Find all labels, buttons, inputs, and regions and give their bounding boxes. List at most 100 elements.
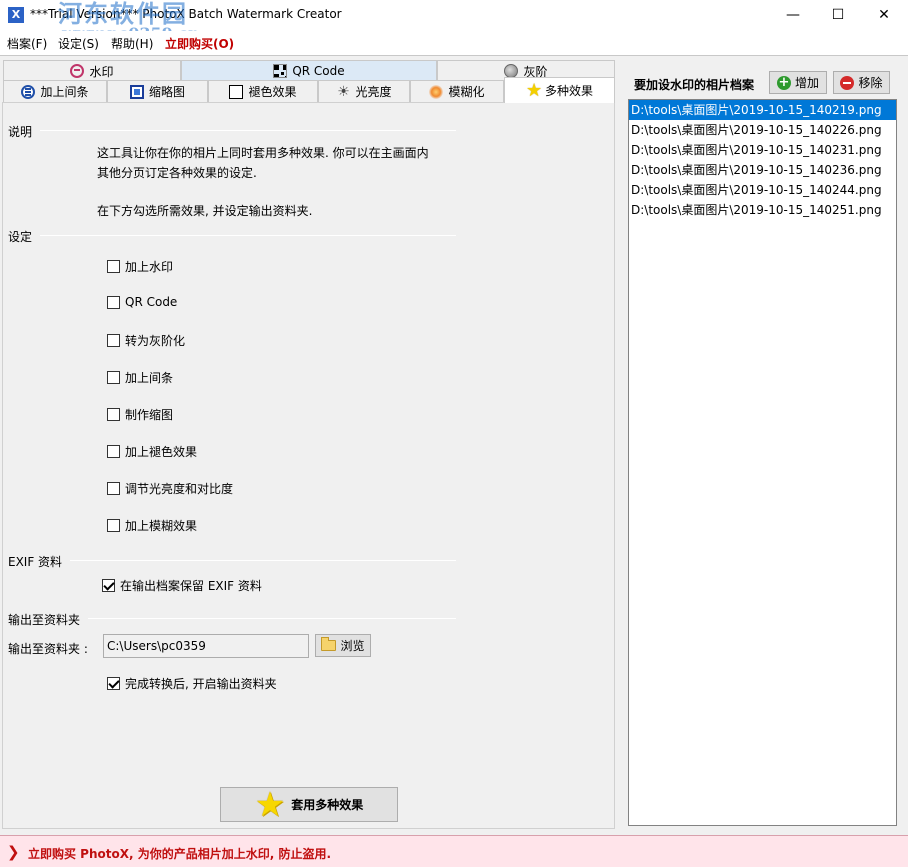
tab-label: 模糊化 [448, 85, 485, 99]
description-line-1: 这工具让你在你的相片上同时套用多种效果. 你可以在主画面内 [97, 146, 429, 160]
checkbox[interactable] [107, 445, 120, 458]
checkbox[interactable] [107, 334, 120, 347]
option-thumbnail[interactable]: 制作缩图 [107, 406, 173, 423]
option-label: 加上模糊效果 [125, 519, 198, 533]
tab-sepia[interactable]: 褪色效果 [208, 80, 318, 102]
section-divider [88, 618, 456, 619]
minimize-button[interactable]: — [770, 0, 816, 31]
chevron-right-icon: ❯ [7, 843, 20, 861]
file-list-item[interactable]: D:\tools\桌面图片\2019-10-15_140236.png [629, 160, 896, 180]
menu-help[interactable]: 帮助(H) [111, 35, 153, 52]
checkbox[interactable] [102, 579, 115, 592]
option-sepia[interactable]: 加上褪色效果 [107, 443, 197, 460]
apply-effects-button[interactable]: ★ 套用多种效果 [220, 787, 398, 822]
add-file-button[interactable]: + 增加 [769, 71, 827, 94]
tab-multiple-effects[interactable]: ★ 多种效果 [504, 77, 615, 103]
checkbox[interactable] [107, 408, 120, 421]
option-keep-exif[interactable]: 在输出档案保留 EXIF 资料 [102, 577, 262, 594]
close-button[interactable]: ✕ [861, 0, 907, 31]
checkbox[interactable] [107, 519, 120, 532]
browse-button[interactable]: 浏览 [315, 634, 371, 657]
grayscale-icon [504, 64, 519, 78]
sepia-icon [229, 84, 244, 99]
app-icon: X [8, 7, 24, 23]
file-list-item[interactable]: D:\tools\桌面图片\2019-10-15_140231.png [629, 140, 896, 160]
section-title-exif: EXIF 资料 [8, 555, 63, 569]
option-label: 加上水印 [125, 260, 174, 274]
option-open-output-folder[interactable]: 完成转换后, 开启输出资料夹 [107, 675, 277, 692]
option-watermark[interactable]: 加上水印 [107, 258, 173, 275]
section-title-output: 输出至资料夹 [8, 613, 81, 627]
option-label: 制作缩图 [125, 408, 174, 422]
checkbox[interactable] [107, 677, 120, 690]
description-line-2: 其他分页订定各种效果的设定. [97, 166, 257, 180]
tab-label: 光亮度 [355, 85, 392, 99]
option-border[interactable]: 加上间条 [107, 369, 173, 386]
menu-buy[interactable]: 立即购买(O) [165, 35, 234, 52]
section-divider [40, 130, 456, 131]
option-label: 加上褪色效果 [125, 445, 198, 459]
option-grayscale[interactable]: 转为灰阶化 [107, 332, 185, 349]
apply-label: 套用多种效果 [291, 798, 364, 812]
section-title-description: 说明 [8, 125, 33, 139]
option-label: QR Code [125, 295, 178, 309]
blur-icon [429, 84, 444, 99]
file-list-item[interactable]: D:\tools\桌面图片\2019-10-15_140226.png [629, 120, 896, 140]
browse-label: 浏览 [340, 639, 365, 653]
effects-panel: 水印 QR Code 灰阶 加上间条 缩略图 褪色效果 ☀ 光亮度 模糊化 ★ … [0, 55, 624, 835]
description-line-3: 在下方勾选所需效果, 并设定输出资料夹. [97, 204, 313, 218]
option-label: 调节光亮度和对比度 [125, 482, 234, 496]
remove-label: 移除 [858, 76, 883, 90]
option-label: 转为灰阶化 [125, 334, 186, 348]
maximize-button[interactable]: ☐ [815, 0, 861, 31]
file-list-item[interactable]: D:\tools\桌面图片\2019-10-15_140219.png [629, 100, 896, 120]
folder-icon [321, 637, 337, 651]
thumbnail-icon [129, 84, 144, 99]
remove-file-button[interactable]: 移除 [833, 71, 890, 94]
option-qr-code[interactable]: QR Code [107, 295, 177, 309]
title-bar: X ***Trial Version*** PhotoX Batch Water… [0, 0, 908, 42]
tab-watermark[interactable]: 水印 [3, 60, 181, 81]
star-icon: ★ [254, 784, 286, 825]
tab-label: 缩略图 [148, 85, 185, 99]
tab-label: QR Code [292, 64, 345, 78]
checkbox[interactable] [107, 371, 120, 384]
tab-blur[interactable]: 模糊化 [410, 80, 504, 102]
menu-bar: 档案(F) 设定(S) 帮助(H) 立即购买(O) [0, 31, 908, 53]
star-icon: ★ [525, 79, 543, 101]
tab-label: 褪色效果 [248, 85, 297, 99]
qr-code-icon [273, 64, 288, 78]
tab-qr-code[interactable]: QR Code [181, 60, 437, 81]
border-icon [21, 84, 36, 99]
option-blur[interactable]: 加上模糊效果 [107, 517, 197, 534]
file-list-item[interactable]: D:\tools\桌面图片\2019-10-15_140244.png [629, 180, 896, 200]
promo-link[interactable]: 立即购买 PhotoX, 为你的产品相片加上水印, 防止盗用. [28, 845, 331, 862]
window-title: ***Trial Version*** PhotoX Batch Waterma… [30, 7, 342, 21]
file-list[interactable]: D:\tools\桌面图片\2019-10-15_140219.png D:\t… [628, 99, 897, 826]
tab-thumbnail[interactable]: 缩略图 [107, 80, 208, 102]
output-folder-input[interactable] [103, 634, 309, 658]
checkbox[interactable] [107, 260, 120, 273]
option-label: 完成转换后, 开启输出资料夹 [125, 677, 277, 691]
minus-icon [840, 75, 855, 90]
checkbox[interactable] [107, 482, 120, 495]
menu-settings[interactable]: 设定(S) [58, 35, 99, 52]
menu-file[interactable]: 档案(F) [7, 35, 47, 52]
tab-label: 加上间条 [40, 85, 89, 99]
add-label: 增加 [794, 76, 819, 90]
tab-label: 多种效果 [544, 84, 593, 98]
tab-label: 水印 [89, 64, 114, 79]
option-label: 加上间条 [125, 371, 174, 385]
output-folder-label: 输出至资料夹 : [8, 642, 88, 656]
tab-border[interactable]: 加上间条 [3, 80, 107, 102]
file-list-label: 要加设水印的相片档案 [634, 78, 755, 92]
section-title-settings: 设定 [8, 230, 33, 244]
plus-icon: + [776, 74, 791, 90]
tab-brightness[interactable]: ☀ 光亮度 [318, 80, 410, 102]
file-list-item[interactable]: D:\tools\桌面图片\2019-10-15_140251.png [629, 200, 896, 220]
section-divider [70, 560, 456, 561]
option-label: 在输出档案保留 EXIF 资料 [120, 579, 262, 593]
option-brightness-contrast[interactable]: 调节光亮度和对比度 [107, 480, 233, 497]
watermark-icon [70, 64, 85, 78]
checkbox[interactable] [107, 295, 120, 309]
